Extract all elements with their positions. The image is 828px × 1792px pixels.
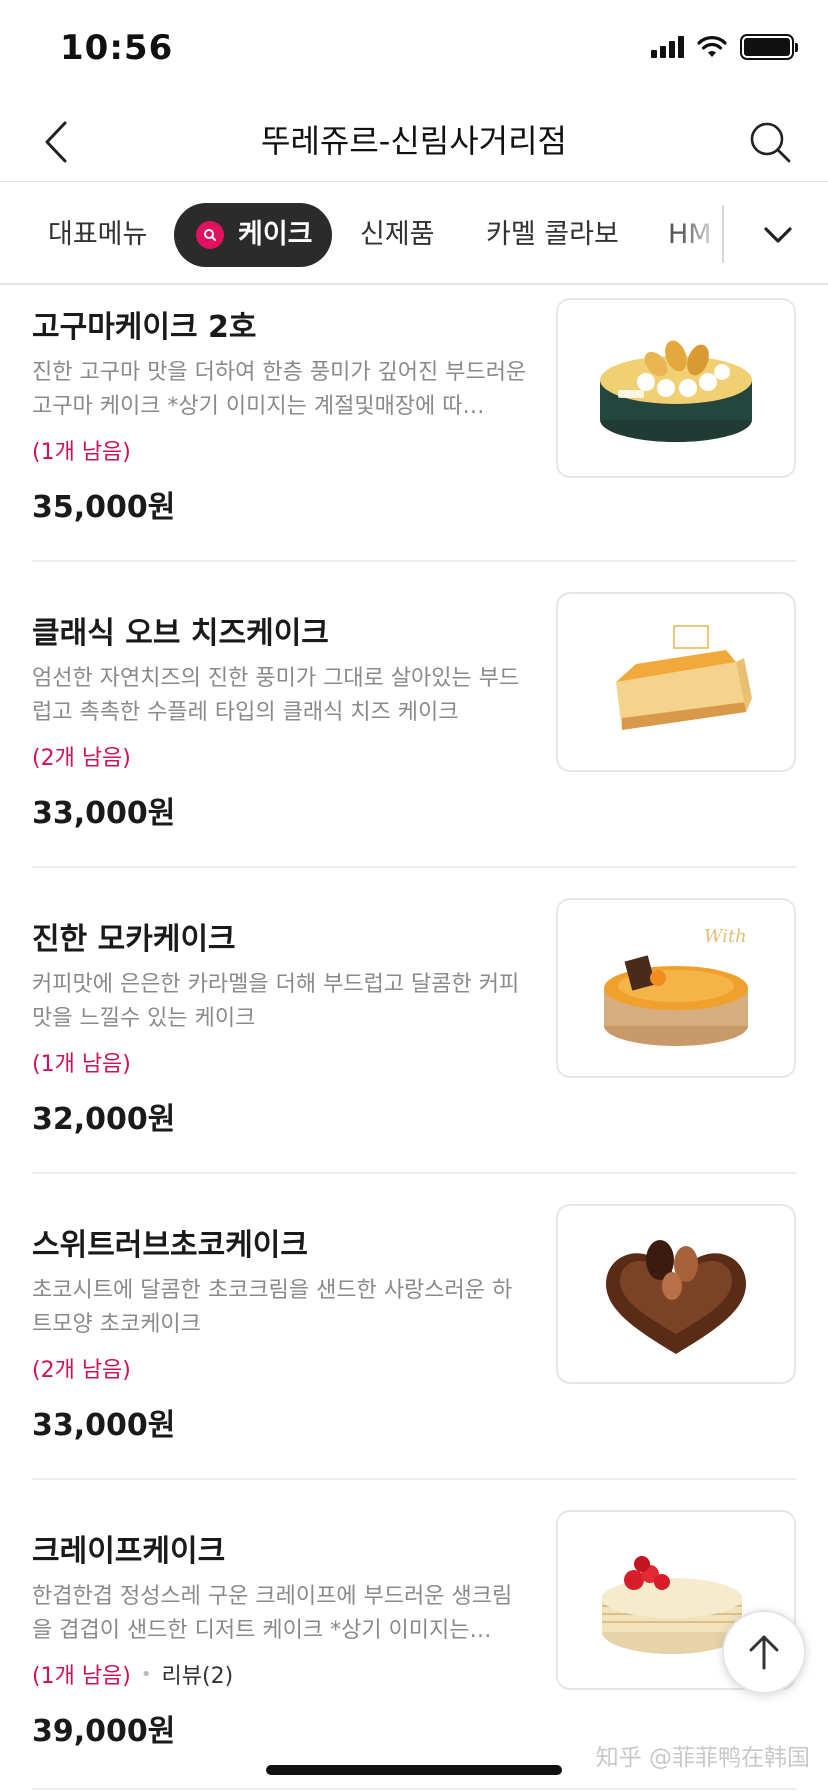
cheesecake-slice-image: [616, 625, 752, 730]
stock-label: (2개 남음): [32, 1358, 131, 1383]
status-time: 10:56: [60, 28, 174, 68]
meta-separator: •: [140, 1663, 152, 1685]
item-price: 32,000원: [32, 1102, 176, 1137]
scroll-to-top-button[interactable]: [722, 1610, 806, 1694]
tab-camel-collab[interactable]: 카멜 콜라보: [486, 203, 619, 267]
stock-label: (1개 남음): [32, 1052, 131, 1077]
item-stock: (1개 남음): [32, 1046, 131, 1078]
category-tabbar: 대표메뉴 케이크 신제품 카멜 콜라보 HM: [0, 183, 828, 285]
item-divider: [32, 866, 796, 868]
item-name: 클래식 오브 치즈케이크: [32, 616, 329, 651]
status-icons: [651, 34, 798, 60]
item-stock-review: (1개 남음) • 리뷰(2): [32, 1658, 233, 1690]
item-price: 33,000원: [32, 796, 176, 831]
list-item[interactable]: 고구마케이크 2호 진한 고구마 맛을 더하여 한층 풍미가 깊어진 부드러운 …: [32, 286, 796, 562]
item-stock: (1개 남음): [32, 434, 131, 466]
item-name: 진한 모카케이크: [32, 922, 236, 957]
item-divider: [32, 1172, 796, 1174]
list-item[interactable]: 스위트러브초코케이크 초코시트에 달콤한 초코크림을 샌드한 사랑스러운 하트모…: [32, 1204, 796, 1480]
mocha-cake-image: With: [604, 926, 748, 1046]
list-item[interactable]: 진한 모카케이크 커피맛에 은은한 카라멜을 더해 부드럽고 달콤한 커피맛을 …: [32, 898, 796, 1174]
tabs-fade: [680, 183, 722, 283]
search-button[interactable]: [742, 114, 798, 170]
item-divider: [32, 1788, 796, 1790]
page-title: 뚜레쥬르-신림사거리점: [261, 122, 567, 160]
item-description: 초코시트에 달콤한 초코크림을 샌드한 사랑스러운 하트모양 초코케이크: [32, 1278, 513, 1337]
wifi-icon: [697, 36, 727, 57]
app-header: 뚜레쥬르-신림사거리점: [0, 100, 828, 182]
item-name: 고구마케이크 2호: [32, 310, 257, 345]
item-description: 한겹한겹 정성스레 구운 크레이프에 부드러운 생크림을 겹겹이 샌드한 디저트…: [32, 1584, 513, 1643]
home-indicator[interactable]: [266, 1765, 562, 1775]
item-name: 스위트러브초코케이크: [32, 1228, 308, 1263]
product-thumbnail[interactable]: [556, 298, 796, 478]
sweet-potato-cake-image: [600, 340, 752, 442]
stock-label: (1개 남음): [32, 440, 131, 465]
status-bar: 10:56: [0, 0, 828, 100]
watermark: 知乎 @菲菲鸭在韩国: [595, 1745, 810, 1771]
item-price: 39,000원: [32, 1714, 176, 1749]
tab-new-products[interactable]: 신제품: [360, 203, 435, 267]
item-description: 엄선한 자연치즈의 진한 풍미가 그대로 살아있는 부드럽고 촉촉한 수플레 타…: [32, 666, 520, 725]
item-description: 커피맛에 은은한 카라멜을 더해 부드럽고 달콤한 커피맛을 느낄수 있는 케이…: [32, 972, 520, 1031]
item-divider: [32, 560, 796, 562]
heart-chocolate-cake-image: [606, 1240, 746, 1354]
item-name: 크레이프케이크: [32, 1534, 226, 1569]
product-thumbnail[interactable]: With: [556, 898, 796, 1078]
search-icon: [750, 122, 791, 163]
item-divider: [32, 1478, 796, 1480]
item-price: 33,000원: [32, 1408, 176, 1443]
category-tabs: 대표메뉴 케이크 신제품 카멜 콜라보 HM: [0, 183, 722, 283]
expand-tabs-button[interactable]: [750, 207, 806, 263]
list-item[interactable]: 클래식 오브 치즈케이크 엄선한 자연치즈의 진한 풍미가 그대로 살아있는 부…: [32, 592, 796, 868]
stock-label: (2개 남음): [32, 746, 131, 771]
tab-representative-menu[interactable]: 대표메뉴: [48, 203, 147, 267]
search-badge-icon: [196, 221, 224, 249]
item-description: 진한 고구마 맛을 더하여 한층 풍미가 깊어진 부드러운 고구마 케이크 *상…: [32, 360, 527, 419]
tab-cake-label: 케이크: [238, 219, 313, 250]
product-thumbnail[interactable]: [556, 1204, 796, 1384]
svg-text:With: With: [704, 926, 747, 947]
product-thumbnail[interactable]: [556, 592, 796, 772]
item-stock: (2개 남음): [32, 740, 131, 772]
item-price: 35,000원: [32, 490, 176, 525]
tab-cake-active[interactable]: 케이크: [174, 203, 332, 267]
arrow-up-icon: [749, 1635, 779, 1670]
stock-label: (1개 남음): [32, 1664, 131, 1689]
item-stock: (2개 남음): [32, 1352, 131, 1384]
chevron-down-icon: [764, 227, 792, 243]
cellular-signal-icon: [651, 36, 684, 58]
tabs-divider: [722, 205, 724, 263]
review-link[interactable]: 리뷰(2): [162, 1658, 234, 1690]
battery-icon: [740, 34, 798, 60]
